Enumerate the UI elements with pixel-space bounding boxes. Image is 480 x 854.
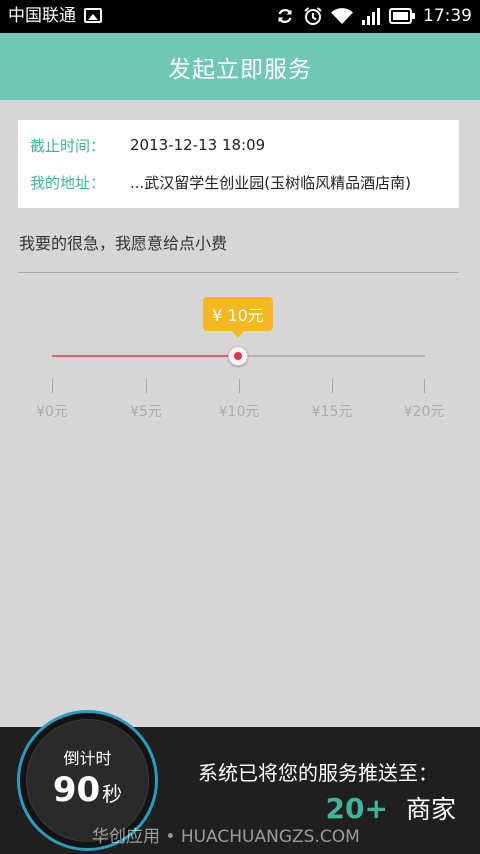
page-title: 发起立即服务 [168, 56, 312, 83]
tip-slider-tick [239, 379, 240, 393]
tip-slider-tick [424, 379, 425, 393]
tip-slider-thumb[interactable] [228, 346, 248, 366]
merchant-count-line: 20+ 商家 [326, 790, 456, 826]
merchant-label: 商家 [405, 795, 456, 824]
address-label: 我的地址： [30, 173, 106, 192]
tip-prompt: 我要的很急，我愿意给点小费 [19, 234, 228, 253]
deadline-row: 截止时间： 2013-12-13 18:09 [30, 133, 265, 157]
tip-slider-tick-label: ¥15元 [311, 404, 353, 420]
signal-icon [362, 8, 380, 25]
status-icons: 17:39 [275, 4, 472, 28]
tip-slider-tick-label: ¥10元 [218, 404, 260, 420]
carrier-name: 中国联通 [8, 6, 76, 26]
title-bar: 发起立即服务 [0, 33, 480, 100]
clock: 17:39 [423, 6, 472, 26]
divider [18, 272, 459, 273]
watermark: 华创应用 • HUACHUANGZS.COM [92, 827, 360, 847]
tip-value-tooltip: ¥ 10元 [203, 297, 273, 338]
countdown-number: 90 [52, 770, 101, 810]
tip-slider-tick [146, 379, 147, 393]
tip-slider-tick-label: ¥0元 [36, 404, 68, 420]
address-row: 我的地址： ...武汉留学生创业园(玉树临风精品酒店南) [30, 170, 411, 194]
sync-icon [278, 9, 292, 23]
battery-icon [389, 8, 415, 24]
tip-slider-tick [332, 379, 333, 393]
service-info-card: 截止时间： 2013-12-13 18:09 我的地址： ...武汉留学生创业园… [18, 120, 459, 208]
countdown-unit: 秒 [102, 782, 123, 806]
tip-slider-tick-label: ¥20元 [403, 404, 445, 420]
countdown-value: 90 秒 [27, 770, 148, 810]
image-icon [84, 8, 102, 23]
deadline-value[interactable]: 2013-12-13 18:09 [130, 136, 265, 154]
deadline-label: 截止时间： [30, 136, 106, 155]
status-bar: 中国联通 17:39 [0, 0, 480, 33]
tip-slider-tick-label: ¥5元 [130, 404, 162, 420]
push-status-text: 系统已将您的服务推送至： [198, 761, 438, 785]
tip-slider-tick [52, 379, 53, 393]
countdown-caption: 倒计时 [63, 749, 112, 768]
wifi-icon [331, 8, 353, 24]
alarm-icon [304, 7, 322, 25]
tip-slider-fill [52, 355, 238, 357]
address-value[interactable]: ...武汉留学生创业园(玉树临风精品酒店南) [130, 172, 411, 193]
merchant-count: 20+ [325, 792, 388, 825]
